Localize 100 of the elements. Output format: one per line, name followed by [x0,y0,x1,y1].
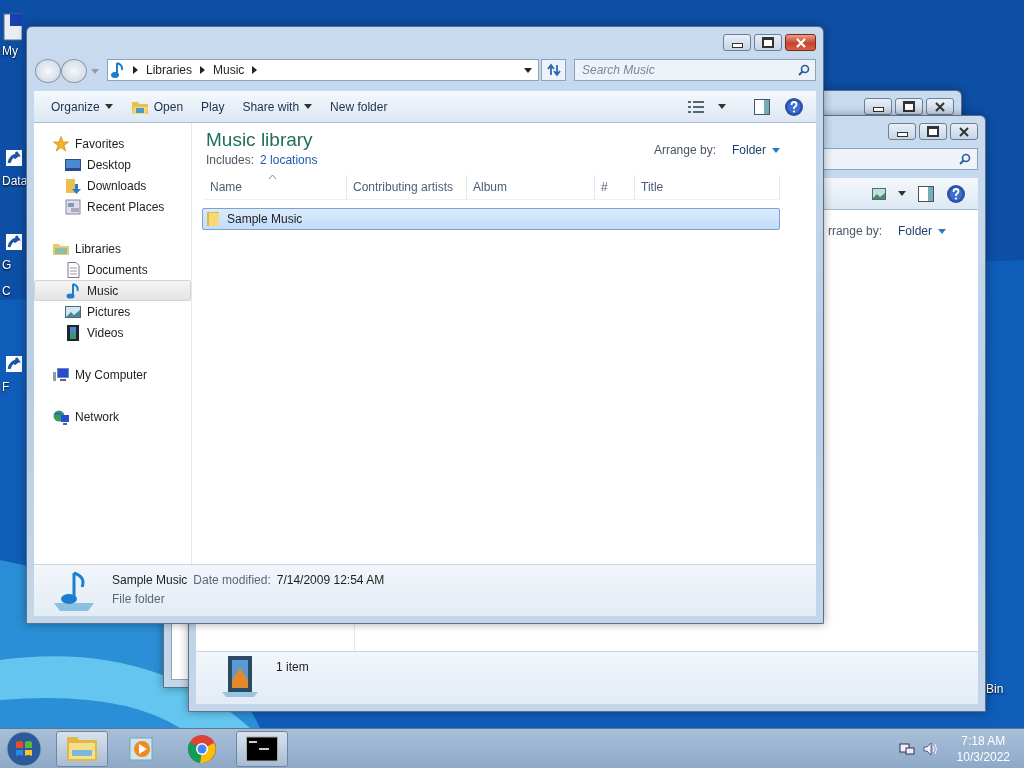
nav-item[interactable]: Favorites [34,133,191,154]
search-field[interactable]: Search Music [574,59,816,81]
nav-item[interactable]: Documents [34,259,191,280]
music-note-icon [65,282,81,299]
nav-item[interactable]: Desktop [34,154,191,175]
minimize-button[interactable] [864,98,892,115]
column-header[interactable]: Title [635,175,780,199]
maximize-icon [903,101,915,112]
close-icon [958,126,970,137]
nav-item[interactable]: Pictures [34,301,191,322]
taskbar-button[interactable] [236,730,288,767]
desktop-icon [65,156,81,173]
network-icon [53,408,69,425]
desktop-icon-label[interactable]: Data [2,174,28,188]
minimize-icon [896,131,908,137]
column-header[interactable]: Contributing artists [347,175,467,199]
terminal-icon [246,733,278,764]
file-row[interactable]: Sample Music [202,208,780,230]
picture-view-icon[interactable] [872,187,886,200]
caret-icon [104,104,113,109]
maximize-button[interactable] [754,34,782,51]
chevron-icon[interactable] [133,66,138,74]
maximize-icon [927,126,939,137]
toolbar-button[interactable]: New folder [323,96,395,117]
caret-icon [938,228,946,234]
desktop-icon-label[interactable]: My [2,44,18,58]
address-bar[interactable]: Libraries Music [107,59,540,81]
document-icon [65,261,81,278]
locations-link[interactable]: 2 locations [260,153,318,167]
browser-icon [186,733,218,764]
nav-item[interactable]: Music [34,280,191,301]
refresh-button[interactable] [541,59,566,81]
arrange-by-label: Arrange by: [653,143,716,157]
desktop-icon-label[interactable]: G [2,258,12,272]
network-icon[interactable] [898,740,915,757]
date-modified-label: Date modified: [193,573,271,587]
maximize-icon [762,37,774,48]
help-icon[interactable] [784,96,804,117]
column-header[interactable]: # [595,175,635,199]
close-button[interactable] [926,98,954,115]
search-icon[interactable] [798,64,810,76]
desktop-icon-label[interactable]: C [2,284,11,298]
start-button[interactable] [6,730,42,767]
minimize-icon [872,106,884,112]
film-icon [65,324,81,341]
computer-icon[interactable] [2,12,22,42]
recent-places-icon [65,198,81,215]
date: 10/3/2022 [956,749,1010,764]
toolbar-button[interactable]: Share with [235,96,320,117]
caret-icon [772,147,780,153]
maximize-button[interactable] [919,123,947,140]
nav-item[interactable]: Libraries [34,238,191,259]
caret-icon[interactable] [898,191,906,196]
library-title: Music library [206,129,314,151]
close-button[interactable] [785,34,816,51]
arrange-dropdown[interactable]: Folder [898,224,946,238]
help-icon[interactable] [946,183,966,204]
nav-item[interactable]: Recent Places [34,196,191,217]
view-options-icon[interactable] [688,100,704,113]
minimize-button[interactable] [888,123,916,140]
item-count: 1 item [276,660,309,674]
picture-icon [65,303,81,320]
nav-item[interactable]: Videos [34,322,191,343]
chevron-icon[interactable] [252,66,258,74]
desktop-icon-label[interactable]: F [2,380,10,394]
computer-icon [53,366,69,383]
toolbar-button[interactable]: Organize [44,96,120,117]
arrange-dropdown[interactable]: Folder [732,143,780,157]
close-icon [934,101,946,112]
includes-label: Includes: [206,153,255,167]
toolbar-button[interactable]: Open [123,95,191,118]
chevron-icon[interactable] [200,66,206,74]
close-icon [794,37,807,48]
preview-pane-icon[interactable] [918,185,934,202]
volume-icon[interactable] [922,740,939,757]
column-header[interactable]: Album [467,175,595,199]
close-button[interactable] [950,123,978,140]
toolbar-button[interactable]: Play [194,96,232,117]
column-header[interactable]: Name [204,175,347,199]
music-note-icon [111,61,125,79]
maximize-button[interactable] [895,98,923,115]
minimize-button[interactable] [723,34,751,51]
caret-icon [304,104,313,109]
date-modified-value: 7/14/2009 12:54 AM [276,573,385,587]
caret-icon[interactable] [524,67,533,73]
arrange-by-label: rrange by: [827,224,882,238]
time: 7:18 AM [961,733,1006,748]
downloads-icon [65,177,81,194]
item-type: File folder [112,592,166,606]
search-icon[interactable] [959,153,971,165]
nav-item[interactable]: My Computer [34,364,191,385]
preview-pane-icon[interactable] [754,98,770,115]
nav-item[interactable]: Network [34,406,191,427]
breadcrumb[interactable]: Libraries [146,63,193,77]
breadcrumb[interactable]: Music [213,63,245,77]
caret-icon[interactable] [718,104,726,109]
desktop-icon-label[interactable]: Bin [986,682,1004,696]
star-icon [53,135,69,152]
refresh-icon [545,63,562,77]
nav-item[interactable]: Downloads [34,175,191,196]
